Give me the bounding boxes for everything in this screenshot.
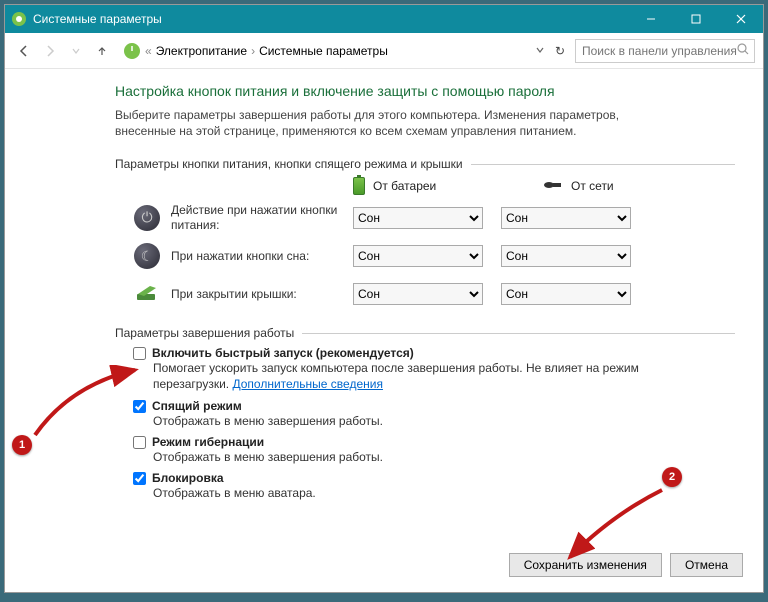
breadcrumb-sep-icon: « xyxy=(145,44,152,58)
row-power-button: ⏻ Действие при нажатии кнопки питания: С… xyxy=(133,203,735,232)
checkbox-hibernate-label: Режим гибернации xyxy=(152,435,264,449)
checkbox-sleep[interactable] xyxy=(133,400,146,413)
power-button-icon: ⏻ xyxy=(133,204,161,232)
page-subtitle: Выберите параметры завершения работы для… xyxy=(115,107,675,139)
minimize-button[interactable] xyxy=(628,5,673,33)
checkbox-fast-startup-desc: Помогает ускорить запуск компьютера посл… xyxy=(153,360,673,392)
section-button-settings-label: Параметры кнопки питания, кнопки спящего… xyxy=(115,157,463,171)
search-icon xyxy=(737,43,749,58)
checkbox-hibernate-row: Режим гибернации Отображать в меню завер… xyxy=(133,435,673,465)
checkbox-sleep-desc: Отображать в меню завершения работы. xyxy=(153,413,673,429)
lid-battery-select[interactable]: Сон xyxy=(353,283,483,305)
sleep-button-battery-select[interactable]: Сон xyxy=(353,245,483,267)
checkbox-lock-desc: Отображать в меню аватара. xyxy=(153,485,673,501)
nav-up-button[interactable] xyxy=(91,40,113,62)
power-options-icon xyxy=(123,42,141,60)
checkbox-fast-startup-row: Включить быстрый запуск (рекомендуется) … xyxy=(133,346,673,392)
section-shutdown-label: Параметры завершения работы xyxy=(115,326,294,340)
breadcrumb[interactable]: « Электропитание › Системные параметры xyxy=(123,42,545,60)
section-button-settings: Параметры кнопки питания, кнопки спящего… xyxy=(115,157,735,171)
maximize-button[interactable] xyxy=(673,5,718,33)
sleep-button-plugged-select[interactable]: Сон xyxy=(501,245,631,267)
section-shutdown-settings: Параметры завершения работы xyxy=(115,326,735,340)
row-sleep-button: ☾ При нажатии кнопки сна: Сон Сон xyxy=(133,242,735,270)
checkbox-lock-label: Блокировка xyxy=(152,471,224,485)
navbar: « Электропитание › Системные параметры ↻ xyxy=(5,33,763,69)
power-button-plugged-select[interactable]: Сон xyxy=(501,207,631,229)
breadcrumb-item-power[interactable]: Электропитание xyxy=(156,44,247,58)
checkbox-fast-startup[interactable] xyxy=(133,347,146,360)
power-button-battery-select[interactable]: Сон xyxy=(353,207,483,229)
nav-recent-button[interactable] xyxy=(65,40,87,62)
breadcrumb-dropdown-icon[interactable] xyxy=(535,44,545,58)
checkbox-fast-startup-label: Включить быстрый запуск (рекомендуется) xyxy=(152,346,414,360)
chevron-right-icon: › xyxy=(251,44,255,58)
search-input[interactable] xyxy=(582,44,737,58)
window: Системные параметры « Электропитание › С… xyxy=(5,5,763,592)
breadcrumb-item-current[interactable]: Системные параметры xyxy=(259,44,388,58)
annotation-badge-1: 1 xyxy=(12,435,32,455)
search-box[interactable] xyxy=(575,39,755,63)
save-button[interactable]: Сохранить изменения xyxy=(509,553,662,577)
annotation-badge-2: 2 xyxy=(662,467,682,487)
nav-back-button[interactable] xyxy=(13,40,35,62)
column-header-plugged: От сети xyxy=(543,179,673,194)
nav-forward-button[interactable] xyxy=(39,40,61,62)
row-lid: При закрытии крышки: Сон Сон xyxy=(133,280,735,308)
app-icon xyxy=(11,11,27,27)
content-area: Настройка кнопок питания и включение защ… xyxy=(5,69,763,548)
checkbox-hibernate-desc: Отображать в меню завершения работы. xyxy=(153,449,673,465)
lid-plugged-select[interactable]: Сон xyxy=(501,283,631,305)
checkbox-lock-row: Блокировка Отображать в меню аватара. xyxy=(133,471,673,501)
column-header-battery: От батареи xyxy=(353,177,483,195)
refresh-button[interactable]: ↻ xyxy=(549,44,571,58)
titlebar: Системные параметры xyxy=(5,5,763,33)
checkbox-lock[interactable] xyxy=(133,472,146,485)
plug-icon xyxy=(543,179,563,194)
power-actions-table: От батареи От сети ⏻ Действие при нажати… xyxy=(133,177,735,308)
sleep-button-icon: ☾ xyxy=(133,242,161,270)
cancel-button[interactable]: Отмена xyxy=(670,553,743,577)
checkbox-sleep-label: Спящий режим xyxy=(152,399,242,413)
page-title: Настройка кнопок питания и включение защ… xyxy=(115,83,735,99)
checkbox-sleep-row: Спящий режим Отображать в меню завершени… xyxy=(133,399,673,429)
lid-icon xyxy=(133,280,161,308)
footer: Сохранить изменения Отмена xyxy=(5,548,763,592)
checkbox-hibernate[interactable] xyxy=(133,436,146,449)
battery-icon xyxy=(353,177,365,195)
window-title: Системные параметры xyxy=(33,12,628,26)
close-button[interactable] xyxy=(718,5,763,33)
more-info-link[interactable]: Дополнительные сведения xyxy=(232,377,382,391)
